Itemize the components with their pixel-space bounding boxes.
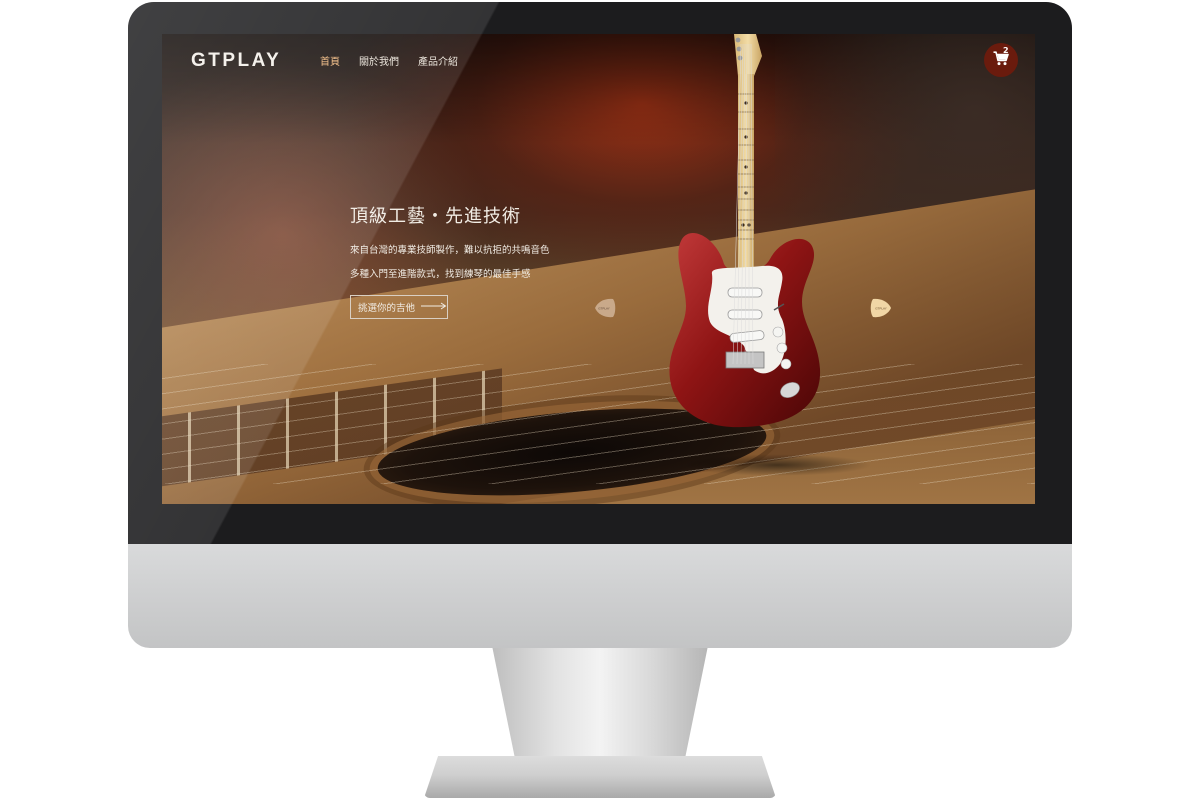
carousel-prev-button[interactable]: GTPLAY [594, 297, 616, 323]
cart-count-badge: 2 [1003, 46, 1009, 55]
pick-text: GTPLAY [875, 307, 887, 311]
carousel-next-button[interactable]: GTPLAY [868, 297, 892, 323]
electric-guitar-image [662, 34, 832, 438]
main-nav: 首頁 關於我們 產品介紹 [320, 53, 458, 68]
acoustic-strings-background [162, 364, 1035, 484]
website-screen: GTPLAY 首頁 關於我們 產品介紹 2 頂級工藝・先進技術 來自台灣的專業技… [162, 34, 1035, 504]
pick-text: GTPLAY [598, 307, 610, 311]
hero-description-line-1: 來自台灣的專業技師製作，難以抗拒的共鳴音色 [350, 245, 550, 256]
guitar-shadow [682, 454, 872, 476]
choose-guitar-button-label: 挑選你的吉他 [358, 303, 416, 314]
monitor-stand-neck [492, 648, 708, 758]
guitar-pick-left-icon: GTPLAY [594, 298, 616, 323]
nav-item-home[interactable]: 首頁 [320, 53, 340, 68]
nav-item-about[interactable]: 關於我們 [359, 53, 399, 68]
choose-guitar-button[interactable]: 挑選你的吉他 [350, 295, 448, 319]
hero-title: 頂級工藝・先進技術 [350, 206, 521, 227]
monitor-chin [128, 544, 1072, 648]
nav-item-products[interactable]: 產品介紹 [418, 53, 458, 68]
long-arrow-right-icon [421, 302, 447, 313]
guitar-pick-right-icon: GTPLAY [868, 298, 892, 323]
monitor-stand-base [424, 756, 776, 798]
site-logo[interactable]: GTPLAY [191, 50, 281, 72]
cart-button[interactable]: 2 [984, 43, 1018, 77]
hero-description-line-2: 多種入門至進階款式，找到練琴的最佳手感 [350, 269, 531, 280]
